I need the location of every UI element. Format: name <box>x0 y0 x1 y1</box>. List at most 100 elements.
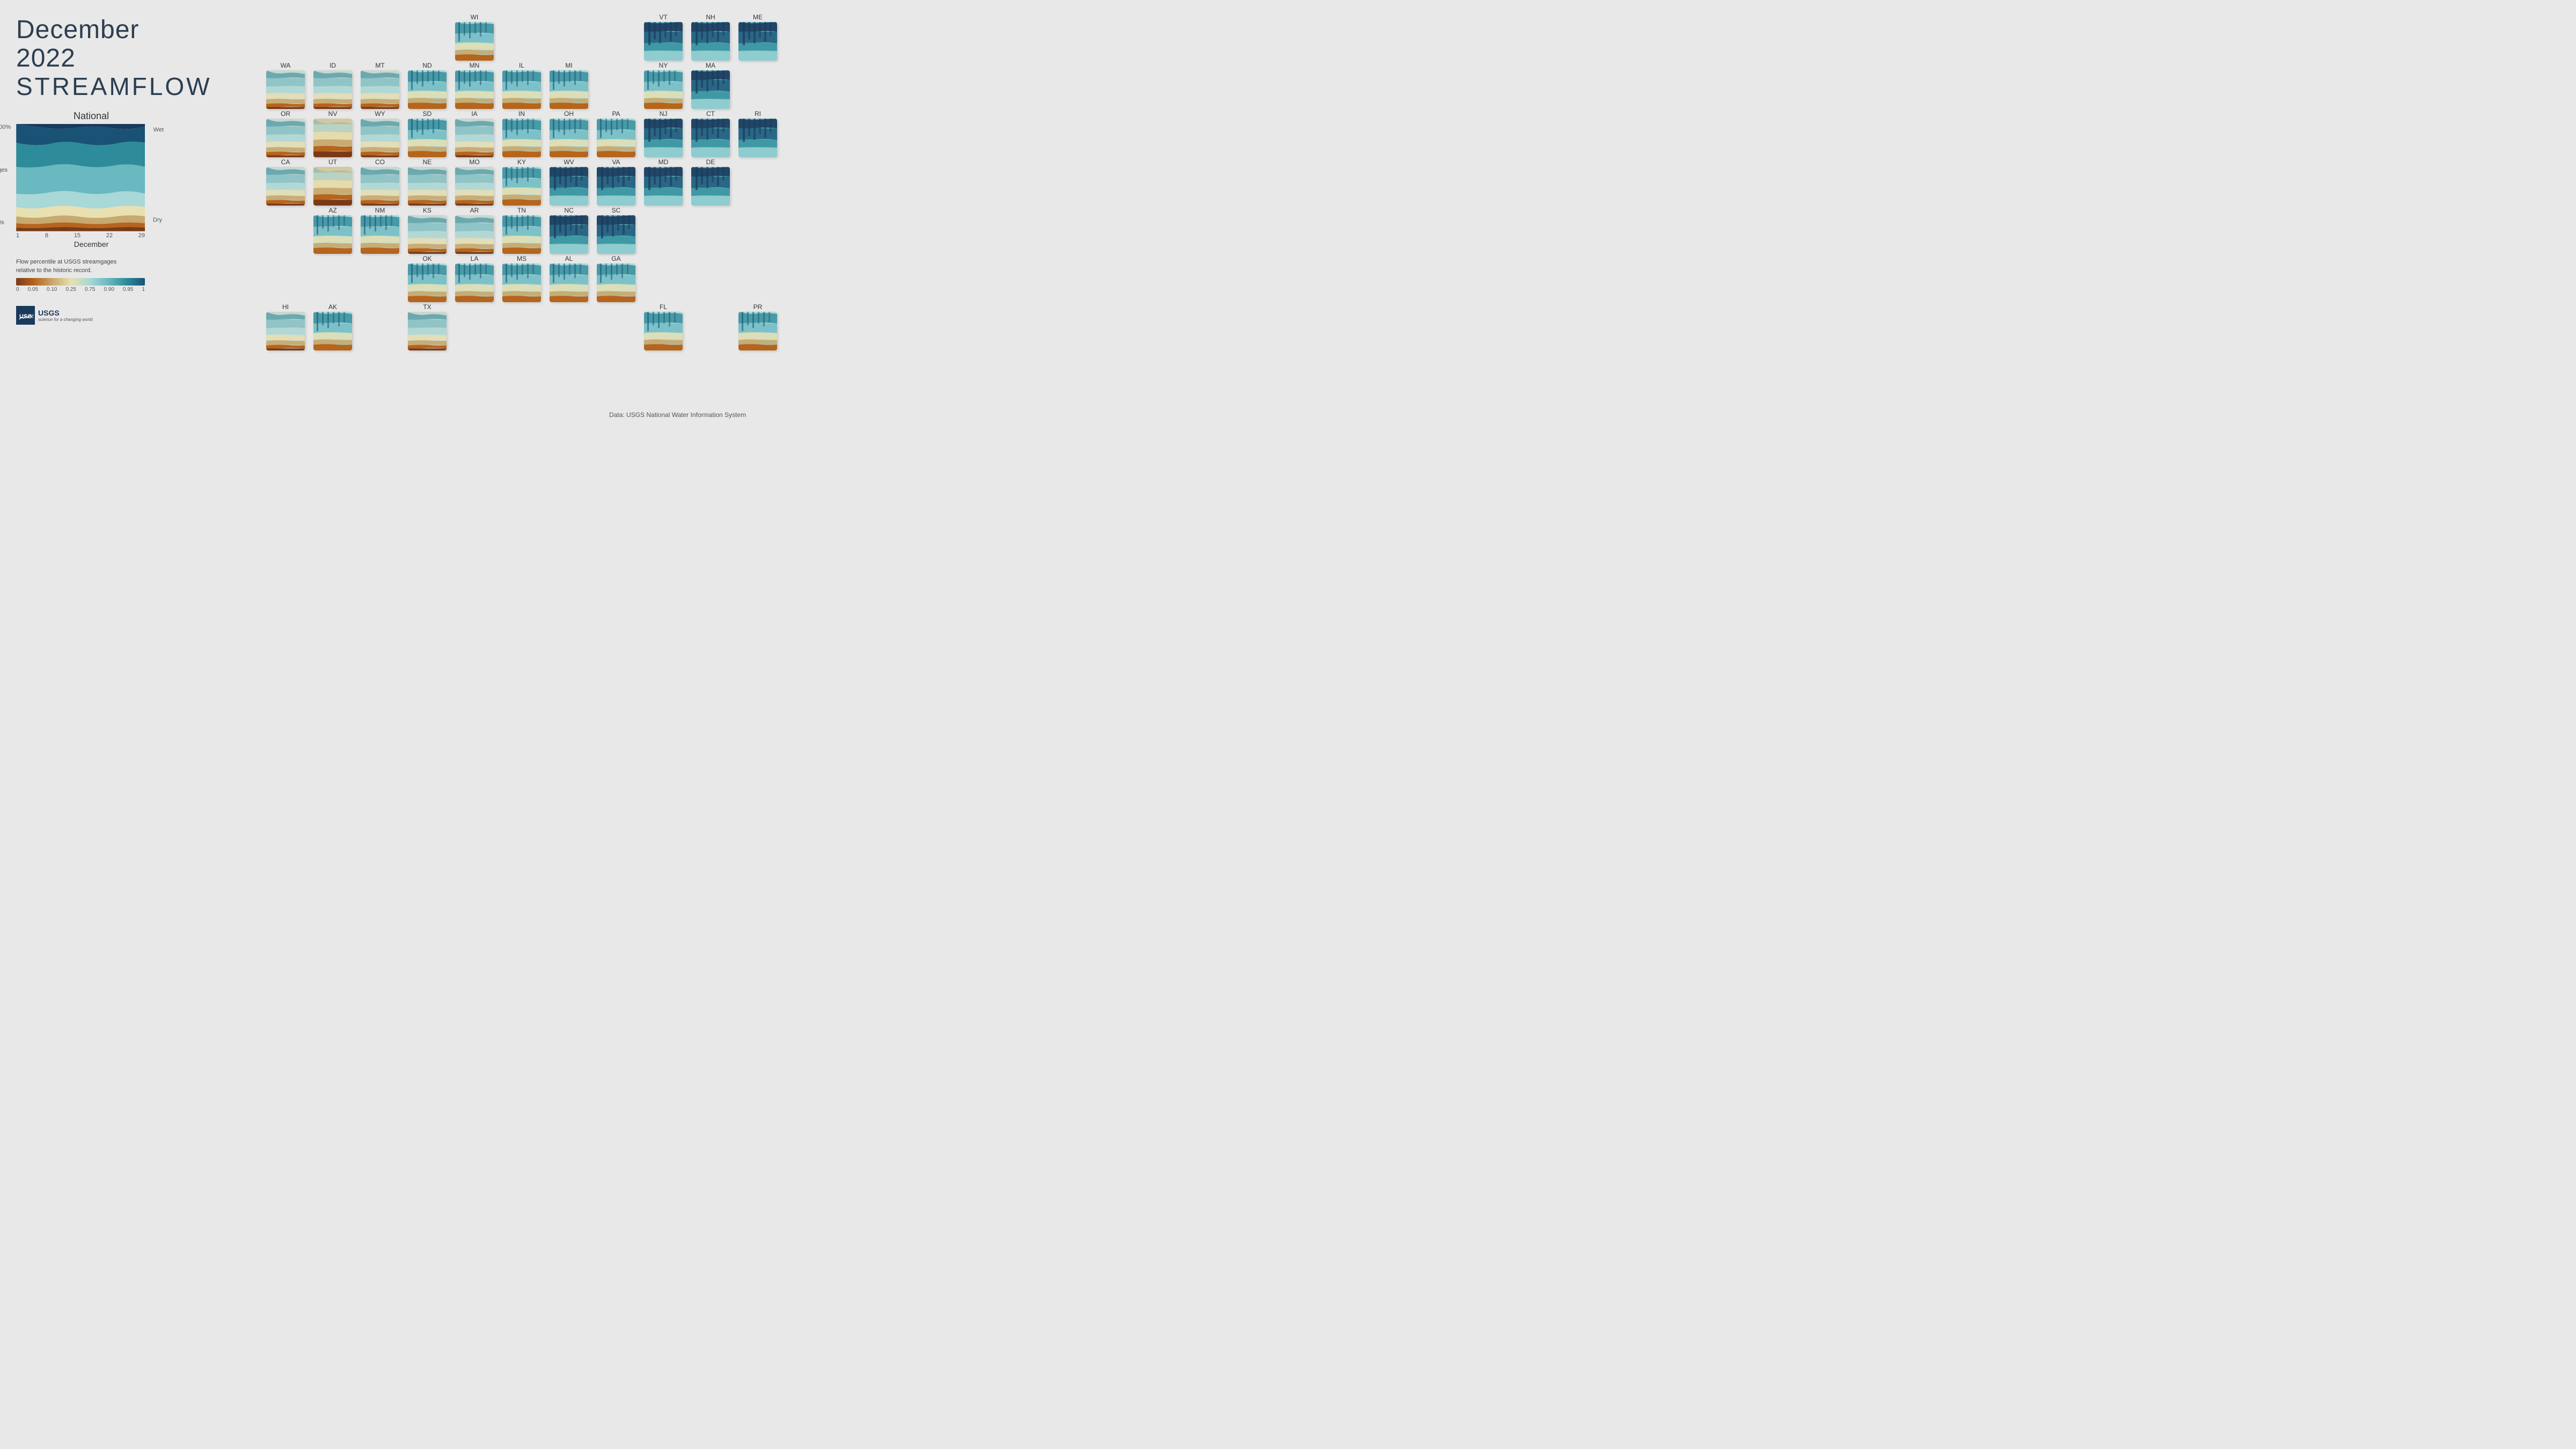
state-chart-ne[interactable] <box>408 167 447 206</box>
state-cell-pr: PR <box>738 303 777 350</box>
state-cell-wa: WA <box>266 62 305 109</box>
state-cell-id: ID <box>313 62 352 109</box>
state-chart-tn[interactable] <box>502 215 541 254</box>
state-chart-sd[interactable] <box>408 119 447 157</box>
state-chart-ks[interactable] <box>408 215 447 254</box>
state-chart-ak[interactable] <box>313 312 352 350</box>
state-chart-ga[interactable] <box>597 264 635 302</box>
state-chart-or[interactable] <box>266 119 305 157</box>
state-chart-mn[interactable] <box>455 70 494 109</box>
state-chart-ms[interactable] <box>502 264 541 302</box>
state-chart-ca[interactable] <box>266 167 305 206</box>
state-cell-wi: WI <box>455 13 494 61</box>
state-label-ca: CA <box>281 158 290 166</box>
state-chart-wy[interactable] <box>361 119 399 157</box>
state-chart-tx[interactable] <box>408 312 447 350</box>
state-label-nj: NJ <box>660 110 668 118</box>
state-label-mt: MT <box>375 62 384 69</box>
state-chart-ma[interactable] <box>691 70 730 109</box>
legend-val-025: 0.25 <box>66 287 76 292</box>
state-chart-mt[interactable] <box>361 70 399 109</box>
state-chart-ok[interactable] <box>408 264 447 302</box>
state-chart-nm[interactable] <box>361 215 399 254</box>
usgs-text: USGS <box>38 309 92 317</box>
state-chart-ny[interactable] <box>644 70 683 109</box>
state-cell-ks: KS <box>408 207 447 254</box>
state-chart-in[interactable] <box>502 119 541 157</box>
state-chart-nc[interactable] <box>550 215 588 254</box>
state-chart-pa[interactable] <box>597 119 635 157</box>
left-panel: December 2022 STREAMFLOW National 100% g… <box>16 11 166 424</box>
state-chart-hi[interactable] <box>266 312 305 350</box>
state-label-md: MD <box>658 158 669 166</box>
state-chart-ct[interactable] <box>691 119 730 157</box>
state-label-ut: UT <box>328 158 337 166</box>
state-chart-az[interactable] <box>313 215 352 254</box>
data-attribution: Data: USGS National Water Information Sy… <box>609 411 746 419</box>
state-cell-ri: RI <box>738 110 777 157</box>
dry-label: Dry <box>153 217 162 223</box>
state-chart-ky[interactable] <box>502 167 541 206</box>
state-chart-al[interactable] <box>550 264 588 302</box>
state-chart-wa[interactable] <box>266 70 305 109</box>
state-chart-id[interactable] <box>313 70 352 109</box>
state-label-oh: OH <box>564 110 574 118</box>
state-label-wa: WA <box>281 62 291 69</box>
state-label-ok: OK <box>422 255 431 262</box>
state-label-id: ID <box>330 62 336 69</box>
state-chart-nh[interactable] <box>691 22 730 61</box>
state-label-ks: KS <box>423 207 431 214</box>
legend-val-0: 0 <box>16 287 19 292</box>
state-cell-co: CO <box>361 158 399 206</box>
state-chart-ar[interactable] <box>455 215 494 254</box>
chart-y-100: 100% <box>0 124 11 130</box>
state-chart-me[interactable] <box>738 22 777 61</box>
state-cell-ca: CA <box>266 158 305 206</box>
state-cell-ia: IA <box>455 110 494 157</box>
usgs-tagline: science for a changing world <box>38 317 92 322</box>
state-label-va: VA <box>612 158 620 166</box>
state-chart-nj[interactable] <box>644 119 683 157</box>
state-chart-fl[interactable] <box>644 312 683 350</box>
state-chart-nd[interactable] <box>408 70 447 109</box>
state-cell-ar: AR <box>455 207 494 254</box>
state-cell-md: MD <box>644 158 683 206</box>
state-label-ny: NY <box>659 62 668 69</box>
state-chart-wv[interactable] <box>550 167 588 206</box>
usgs-logo-box: USGS <box>16 306 35 325</box>
state-chart-pr[interactable] <box>738 312 777 350</box>
state-label-mi: MI <box>565 62 572 69</box>
state-chart-mi[interactable] <box>550 70 588 109</box>
state-chart-oh[interactable] <box>550 119 588 157</box>
state-cell-ct: CT <box>691 110 730 157</box>
legend-val-010: 0.10 <box>47 287 57 292</box>
main-container: December 2022 STREAMFLOW National 100% g… <box>0 0 773 435</box>
state-cell-nd: ND <box>408 62 447 109</box>
state-chart-sc[interactable] <box>597 215 635 254</box>
state-chart-ri[interactable] <box>738 119 777 157</box>
state-chart-md[interactable] <box>644 167 683 206</box>
state-chart-mo[interactable] <box>455 167 494 206</box>
state-chart-co[interactable] <box>361 167 399 206</box>
state-chart-va[interactable] <box>597 167 635 206</box>
state-chart-wi[interactable] <box>455 22 494 61</box>
state-chart-ia[interactable] <box>455 119 494 157</box>
state-label-nv: NV <box>328 110 338 118</box>
state-label-hi: HI <box>282 303 289 311</box>
state-chart-vt[interactable] <box>644 22 683 61</box>
state-cell-ne: NE <box>408 158 447 206</box>
state-label-tx: TX <box>423 303 431 311</box>
state-cell-mt: MT <box>361 62 399 109</box>
state-chart-la[interactable] <box>455 264 494 302</box>
state-chart-ut[interactable] <box>313 167 352 206</box>
state-cell-in: IN <box>502 110 541 157</box>
state-label-la: LA <box>471 255 479 262</box>
state-label-sc: SC <box>612 207 621 214</box>
state-cell-ga: GA <box>597 255 635 302</box>
state-chart-il[interactable] <box>502 70 541 109</box>
state-chart-de[interactable] <box>691 167 730 206</box>
state-label-pr: PR <box>753 303 763 311</box>
x-label-1: 1 <box>16 232 19 239</box>
state-chart-nv[interactable] <box>313 119 352 157</box>
state-label-de: DE <box>706 158 715 166</box>
